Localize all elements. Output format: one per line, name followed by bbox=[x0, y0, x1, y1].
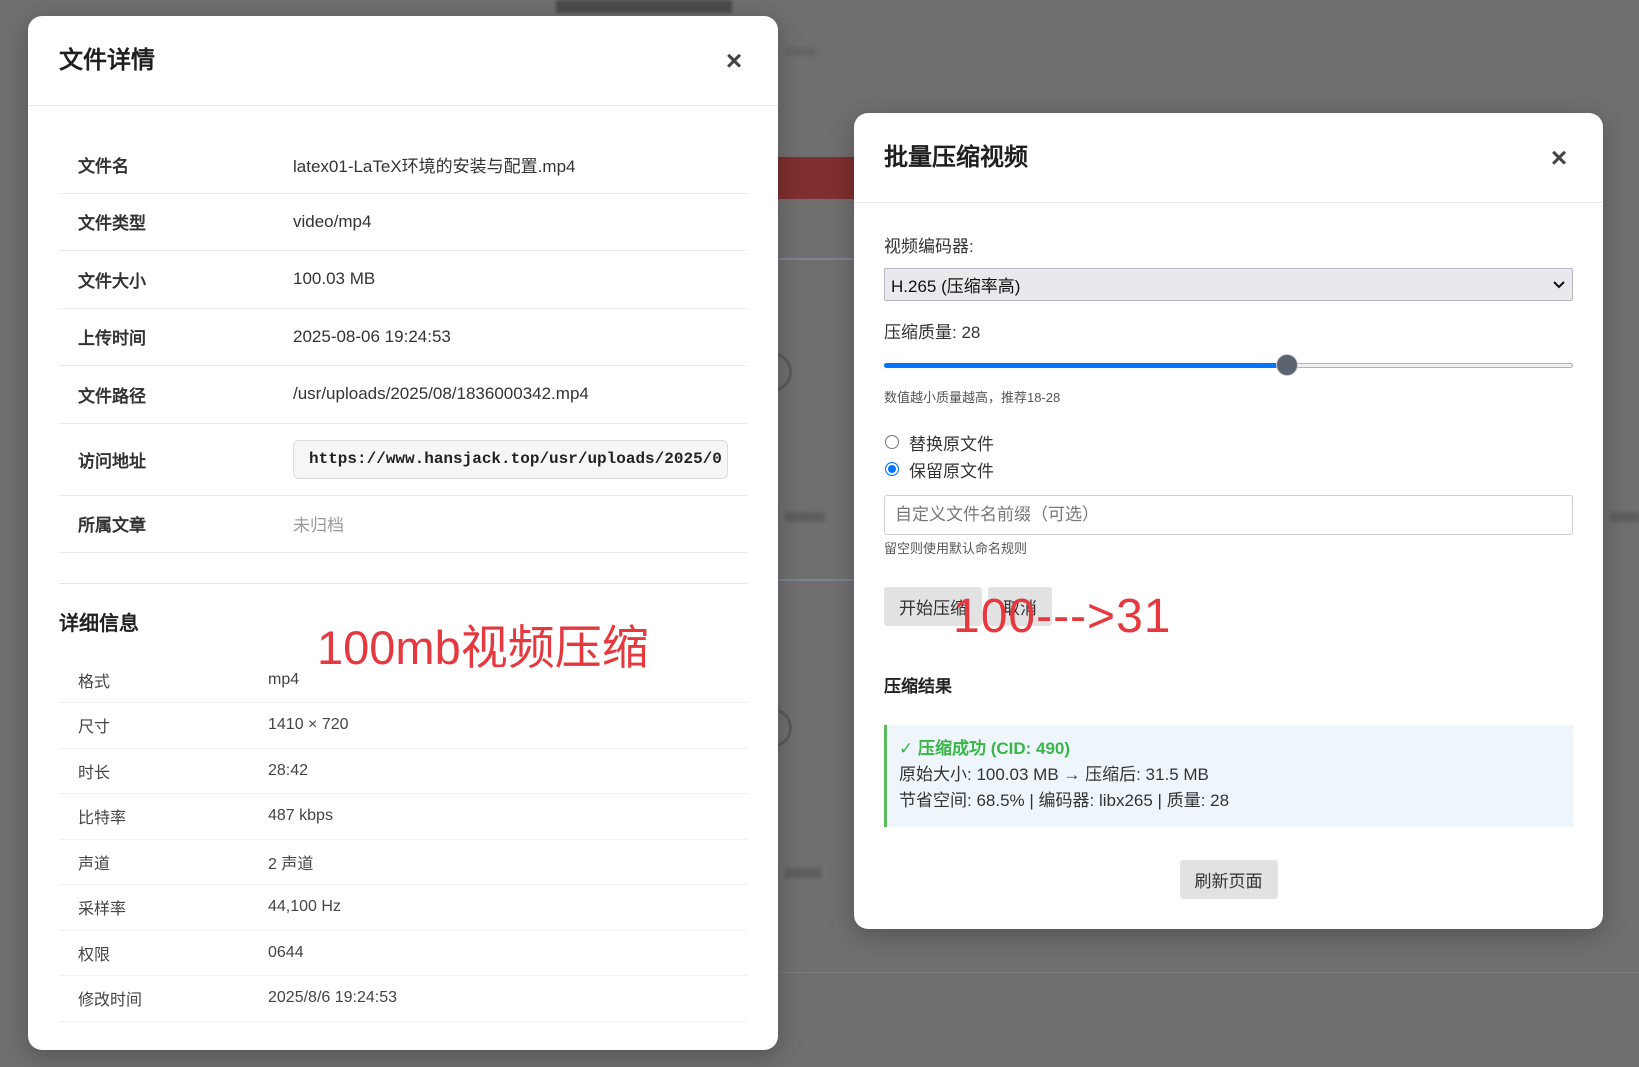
info-value: latex01-LaTeX环境的安装与配置.mp4 bbox=[293, 156, 576, 176]
details-heading: 详细信息 bbox=[59, 612, 139, 635]
file-details-header: 文件详情 × bbox=[28, 16, 778, 106]
radio-label: 替换原文件 bbox=[909, 434, 994, 454]
encoder-label: 视频编码器: bbox=[884, 237, 974, 256]
refresh-row: 刷新页面 bbox=[884, 860, 1573, 899]
quality-label: 压缩质量: 28 bbox=[884, 321, 1573, 345]
info-value: /usr/uploads/2025/08/1836000342.mp4 bbox=[293, 384, 589, 404]
detail-value: mp4 bbox=[268, 670, 300, 688]
result-status: ✓ 压缩成功 (CID: 490) bbox=[899, 739, 1071, 758]
batch-compress-title: 批量压缩视频 bbox=[884, 143, 1028, 171]
result-sizes: 原始大小: 100.03 MB → 压缩后: 31.5 MB bbox=[899, 765, 1209, 784]
background-divider bbox=[778, 972, 1639, 973]
detail-value: 28:42 bbox=[268, 761, 309, 779]
info-value: 100.03 MB bbox=[293, 269, 376, 289]
info-label: 文件大小 bbox=[78, 271, 146, 291]
detail-label: 格式 bbox=[78, 673, 111, 691]
detail-label: 声道 bbox=[78, 855, 111, 873]
detail-row-sample-rate: 采样率 44,100 Hz bbox=[59, 885, 748, 931]
quality-slider-fill bbox=[884, 362, 1288, 368]
result-heading: 压缩结果 bbox=[884, 677, 952, 696]
encoder-selected-value: H.265 (压缩率高) bbox=[891, 277, 1021, 296]
radio-replace-original[interactable]: 替换原文件 bbox=[884, 429, 1573, 455]
result-summary: 节省空间: 68.5% | 编码器: libx265 | 质量: 28 bbox=[899, 791, 1230, 810]
detail-row-dimensions: 尺寸 1410 × 720 bbox=[59, 703, 748, 749]
detail-value: 2025/8/6 19:24:53 bbox=[268, 989, 398, 1007]
prefix-hint: 留空则使用默认命名规则 bbox=[884, 541, 1028, 556]
quality-slider-thumb[interactable] bbox=[1276, 354, 1299, 376]
info-label: 文件名 bbox=[78, 156, 129, 176]
info-row-upload-time: 上传时间 2025-08-06 19:24:53 bbox=[59, 309, 748, 366]
background-row-line bbox=[778, 579, 854, 581]
background-text-blur bbox=[1610, 512, 1639, 522]
background-text-blur bbox=[786, 47, 816, 56]
cancel-button[interactable]: 取消 bbox=[988, 587, 1052, 626]
filename-prefix-input[interactable] bbox=[884, 495, 1573, 535]
detail-info-table: 格式 mp4 尺寸 1410 × 720 时长 28:42 比特率 487 kb… bbox=[59, 658, 748, 1022]
file-details-body: 文件名 latex01-LaTeX环境的安装与配置.mp4 文件类型 video… bbox=[28, 106, 778, 1022]
radio-keep-original[interactable]: 保留原文件 bbox=[884, 456, 1573, 482]
radio-label: 保留原文件 bbox=[909, 461, 994, 481]
quality-hint: 数值越小质量越高，推荐18-28 bbox=[884, 390, 1061, 405]
background-text-blur bbox=[785, 868, 821, 878]
refresh-page-button[interactable]: 刷新页面 bbox=[1179, 860, 1278, 899]
info-label: 所属文章 bbox=[78, 516, 146, 535]
detail-row-channels: 声道 2 声道 bbox=[59, 840, 748, 885]
file-option-group: 替换原文件 保留原文件 bbox=[884, 429, 1573, 482]
radio-button[interactable] bbox=[885, 435, 899, 449]
info-value: 2025-08-06 19:24:53 bbox=[293, 326, 451, 346]
info-value: video/mp4 bbox=[293, 211, 372, 231]
chevron-down-icon bbox=[1553, 280, 1565, 289]
radio-button[interactable] bbox=[885, 462, 899, 476]
quality-label-text: 压缩质量: bbox=[884, 323, 957, 342]
info-label: 访问地址 bbox=[78, 451, 146, 471]
detail-label: 修改时间 bbox=[78, 992, 143, 1010]
info-row-filepath: 文件路径 /usr/uploads/2025/08/1836000342.mp4 bbox=[59, 366, 748, 424]
detail-label: 时长 bbox=[78, 764, 111, 782]
detail-row-permissions: 权限 0644 bbox=[59, 931, 748, 976]
info-row-access-url: 访问地址 bbox=[59, 424, 748, 496]
batch-compress-header: 批量压缩视频 × bbox=[854, 113, 1603, 203]
background-heading-blur bbox=[556, 0, 732, 13]
background-text-blur bbox=[785, 512, 825, 522]
detail-row-bitrate: 比特率 487 kbps bbox=[59, 794, 748, 840]
info-label: 文件路径 bbox=[78, 386, 146, 406]
info-row-filename: 文件名 latex01-LaTeX环境的安装与配置.mp4 bbox=[59, 136, 748, 194]
detail-value: 2 声道 bbox=[268, 855, 314, 873]
file-details-modal: 文件详情 × 文件名 latex01-LaTeX环境的安装与配置.mp4 文件类… bbox=[28, 16, 778, 1050]
detail-row-duration: 时长 28:42 bbox=[59, 749, 748, 794]
detail-row-format: 格式 mp4 bbox=[59, 658, 748, 703]
batch-compress-body: 视频编码器: H.265 (压缩率高) 压缩质量: 28 数值越小质量越高，推荐… bbox=[854, 203, 1603, 899]
encoder-select[interactable]: H.265 (压缩率高) bbox=[884, 268, 1573, 301]
batch-compress-close-icon[interactable]: × bbox=[1549, 143, 1569, 172]
batch-compress-modal: 批量压缩视频 × 视频编码器: H.265 (压缩率高) 压缩质量: 28 数值… bbox=[854, 113, 1603, 929]
detail-value: 0644 bbox=[268, 943, 304, 961]
info-value: 未归档 bbox=[293, 516, 344, 535]
start-compress-button[interactable]: 开始压缩 bbox=[884, 587, 982, 626]
info-row-filetype: 文件类型 video/mp4 bbox=[59, 194, 748, 251]
access-url-field[interactable] bbox=[293, 439, 728, 479]
detail-value: 44,100 Hz bbox=[268, 898, 341, 916]
section-divider bbox=[59, 582, 748, 584]
detail-label: 比特率 bbox=[78, 810, 127, 828]
background-row-line bbox=[778, 258, 854, 260]
quality-value: 28 bbox=[961, 323, 981, 342]
info-label: 文件类型 bbox=[78, 214, 146, 234]
file-details-close-icon[interactable]: × bbox=[724, 46, 744, 75]
action-buttons: 开始压缩 取消 bbox=[884, 587, 1573, 626]
detail-value: 1410 × 720 bbox=[268, 716, 349, 734]
detail-value: 487 kbps bbox=[268, 807, 333, 825]
info-label: 上传时间 bbox=[78, 329, 146, 349]
detail-label: 权限 bbox=[78, 946, 111, 964]
file-info-table: 文件名 latex01-LaTeX环境的安装与配置.mp4 文件类型 video… bbox=[59, 136, 748, 553]
file-details-title: 文件详情 bbox=[59, 46, 155, 74]
compress-result-box: ✓ 压缩成功 (CID: 490) 原始大小: 100.03 MB → 压缩后:… bbox=[884, 725, 1573, 827]
detail-row-modified-time: 修改时间 2025/8/6 19:24:53 bbox=[59, 976, 748, 1022]
info-row-article: 所属文章 未归档 bbox=[59, 496, 748, 553]
info-row-filesize: 文件大小 100.03 MB bbox=[59, 251, 748, 309]
detail-label: 尺寸 bbox=[78, 719, 111, 737]
quality-slider[interactable] bbox=[884, 353, 1573, 377]
detail-label: 采样率 bbox=[78, 901, 127, 919]
